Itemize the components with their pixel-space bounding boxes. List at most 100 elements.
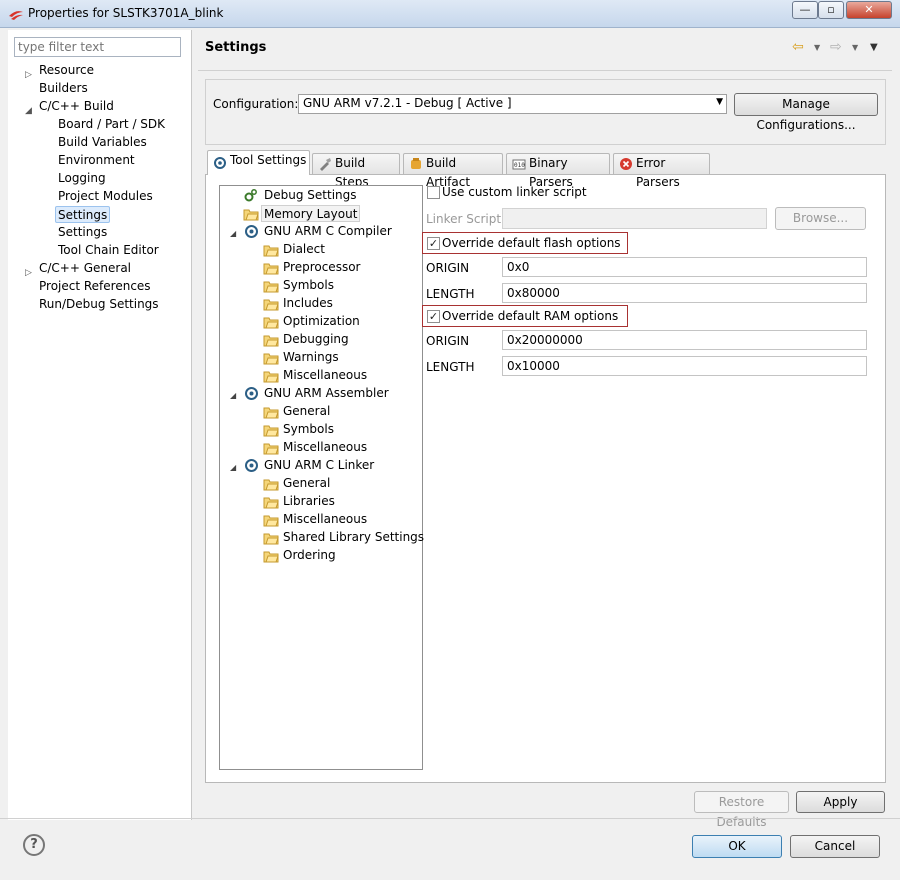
footer-divider [0, 818, 900, 819]
tree-node-assembler-miscellaneous[interactable]: Miscellaneous [283, 439, 367, 456]
configuration-select[interactable]: GNU ARM v7.2.1 - Debug [ Active ] ▼ [298, 94, 727, 114]
collapse-cpp-build-icon[interactable]: ◢ [25, 106, 32, 116]
folder-icon [243, 209, 259, 221]
close-button[interactable]: ✕ [846, 1, 892, 19]
collapse-assembler-icon[interactable]: ◢ [230, 391, 236, 400]
manage-configurations-button[interactable]: Manage Configurations... [734, 93, 878, 132]
ram-length-input[interactable]: 0x10000 [502, 356, 867, 376]
build-steps-icon [320, 158, 331, 171]
tree-node-linker-shared-library-settings[interactable]: Shared Library Settings [283, 529, 424, 546]
override-ram-label: Override default RAM options [442, 309, 619, 323]
nav-item-builders[interactable]: Builders [39, 80, 88, 97]
ram-origin-input[interactable]: 0x20000000 [502, 330, 867, 350]
title-bar: Properties for SLSTK3701A_blink — ▫ ✕ [0, 0, 900, 28]
tab-error-parsers[interactable]: Error Parsers [613, 153, 710, 189]
folder-icon [263, 497, 279, 509]
tree-node-gnu-arm-c-compiler[interactable]: GNU ARM C Compiler [264, 223, 392, 240]
tree-node-dialect[interactable]: Dialect [283, 241, 325, 258]
tool-settings-icon [214, 157, 226, 169]
tab-label: Error Parsers [636, 156, 680, 189]
collapse-compiler-icon[interactable]: ◢ [230, 229, 236, 238]
header-divider [198, 70, 892, 71]
linker-icon [245, 459, 258, 472]
nav-item-settings-selected[interactable]: Settings [55, 206, 111, 223]
expand-cpp-general-icon[interactable]: ▷ [25, 268, 32, 278]
tab-build-artifact[interactable]: Build Artifact [403, 153, 503, 189]
folder-icon [263, 353, 279, 365]
tab-build-steps[interactable]: Build Steps [312, 153, 400, 189]
folder-icon [263, 443, 279, 455]
nav-item-settings[interactable]: Settings [58, 224, 107, 241]
collapse-linker-icon[interactable]: ◢ [230, 463, 236, 472]
nav-item-project-modules[interactable]: Project Modules [58, 188, 153, 205]
custom-linker-label: Use custom linker script [442, 185, 587, 199]
folder-icon [263, 515, 279, 527]
view-menu-icon[interactable]: ▼ [870, 42, 878, 53]
tree-node-miscellaneous[interactable]: Miscellaneous [283, 367, 367, 384]
custom-linker-checkbox[interactable] [427, 186, 440, 199]
nav-item-project-references[interactable]: Project References [39, 278, 151, 295]
nav-item-run-debug-settings[interactable]: Run/Debug Settings [39, 296, 159, 313]
folder-icon [263, 317, 279, 329]
nav-item-cpp-build[interactable]: C/C++ Build [39, 98, 114, 115]
apply-button[interactable]: Apply [796, 791, 885, 813]
override-flash-checkbox[interactable]: ✓ [427, 237, 440, 250]
nav-item-board-part-sdk[interactable]: Board / Part / SDK [58, 116, 165, 133]
forward-menu-icon[interactable]: ▼ [852, 43, 858, 52]
tree-node-memory-layout-selected[interactable]: Memory Layout [261, 205, 361, 222]
tree-node-linker-miscellaneous[interactable]: Miscellaneous [283, 511, 367, 528]
nav-item-build-variables[interactable]: Build Variables [58, 134, 147, 151]
tab-label: Tool Settings [230, 153, 307, 167]
tree-node-preprocessor[interactable]: Preprocessor [283, 259, 360, 276]
linker-script-label: Linker Script: [426, 212, 506, 226]
tree-node-debugging[interactable]: Debugging [283, 331, 349, 348]
tree-node-assembler-symbols[interactable]: Symbols [283, 421, 334, 438]
folder-icon [263, 533, 279, 545]
tree-node-linker-libraries[interactable]: Libraries [283, 493, 335, 510]
tree-node-gnu-arm-assembler[interactable]: GNU ARM Assembler [264, 385, 389, 402]
nav-item-cpp-general[interactable]: C/C++ General [39, 260, 131, 277]
folder-icon [263, 371, 279, 383]
tree-node-assembler-general[interactable]: General [283, 403, 330, 420]
maximize-button[interactable]: ▫ [818, 1, 844, 19]
flash-length-input[interactable]: 0x80000 [502, 283, 867, 303]
tree-node-debug-settings[interactable]: Debug Settings [264, 187, 357, 204]
ok-button[interactable]: OK [692, 835, 782, 858]
folder-icon [263, 407, 279, 419]
help-icon[interactable]: ? [23, 834, 45, 856]
linker-script-input[interactable] [502, 208, 767, 229]
configuration-value: GNU ARM v7.2.1 - Debug [ Active ] [303, 96, 512, 110]
error-parsers-icon [620, 158, 632, 170]
flash-origin-input[interactable]: 0x0 [502, 257, 867, 277]
cancel-button[interactable]: Cancel [790, 835, 880, 858]
back-menu-icon[interactable]: ▼ [814, 43, 820, 52]
tree-node-linker-ordering[interactable]: Ordering [283, 547, 336, 564]
flash-length-label: LENGTH [426, 287, 475, 301]
tab-binary-parsers[interactable]: 010 Binary Parsers [506, 153, 610, 189]
tree-node-symbols[interactable]: Symbols [283, 277, 334, 294]
compiler-icon [245, 225, 258, 238]
tree-node-linker-general[interactable]: General [283, 475, 330, 492]
tree-node-includes[interactable]: Includes [283, 295, 333, 312]
expand-resource-icon[interactable]: ▷ [25, 70, 32, 80]
tab-tool-settings[interactable]: Tool Settings [207, 150, 310, 175]
folder-icon [263, 245, 279, 257]
minimize-button[interactable]: — [792, 1, 818, 19]
tree-node-optimization[interactable]: Optimization [283, 313, 360, 330]
restore-defaults-button[interactable]: Restore Defaults [694, 791, 789, 829]
back-arrow-icon[interactable]: ⇦ [792, 39, 804, 55]
nav-item-resource[interactable]: Resource [39, 62, 94, 79]
nav-item-environment[interactable]: Environment [58, 152, 135, 169]
nav-item-logging[interactable]: Logging [58, 170, 106, 187]
page-title: Settings [205, 40, 267, 55]
nav-item-tool-chain-editor[interactable]: Tool Chain Editor [58, 242, 159, 259]
binary-parsers-icon: 010 [512, 159, 526, 170]
folder-icon [263, 299, 279, 311]
browse-button[interactable]: Browse... [775, 207, 866, 230]
tree-node-gnu-arm-c-linker[interactable]: GNU ARM C Linker [264, 457, 374, 474]
tree-node-warnings[interactable]: Warnings [283, 349, 339, 366]
forward-arrow-icon[interactable]: ⇨ [830, 39, 842, 55]
filter-input[interactable] [14, 37, 181, 57]
svg-text:010: 010 [514, 162, 525, 169]
override-ram-checkbox[interactable]: ✓ [427, 310, 440, 323]
